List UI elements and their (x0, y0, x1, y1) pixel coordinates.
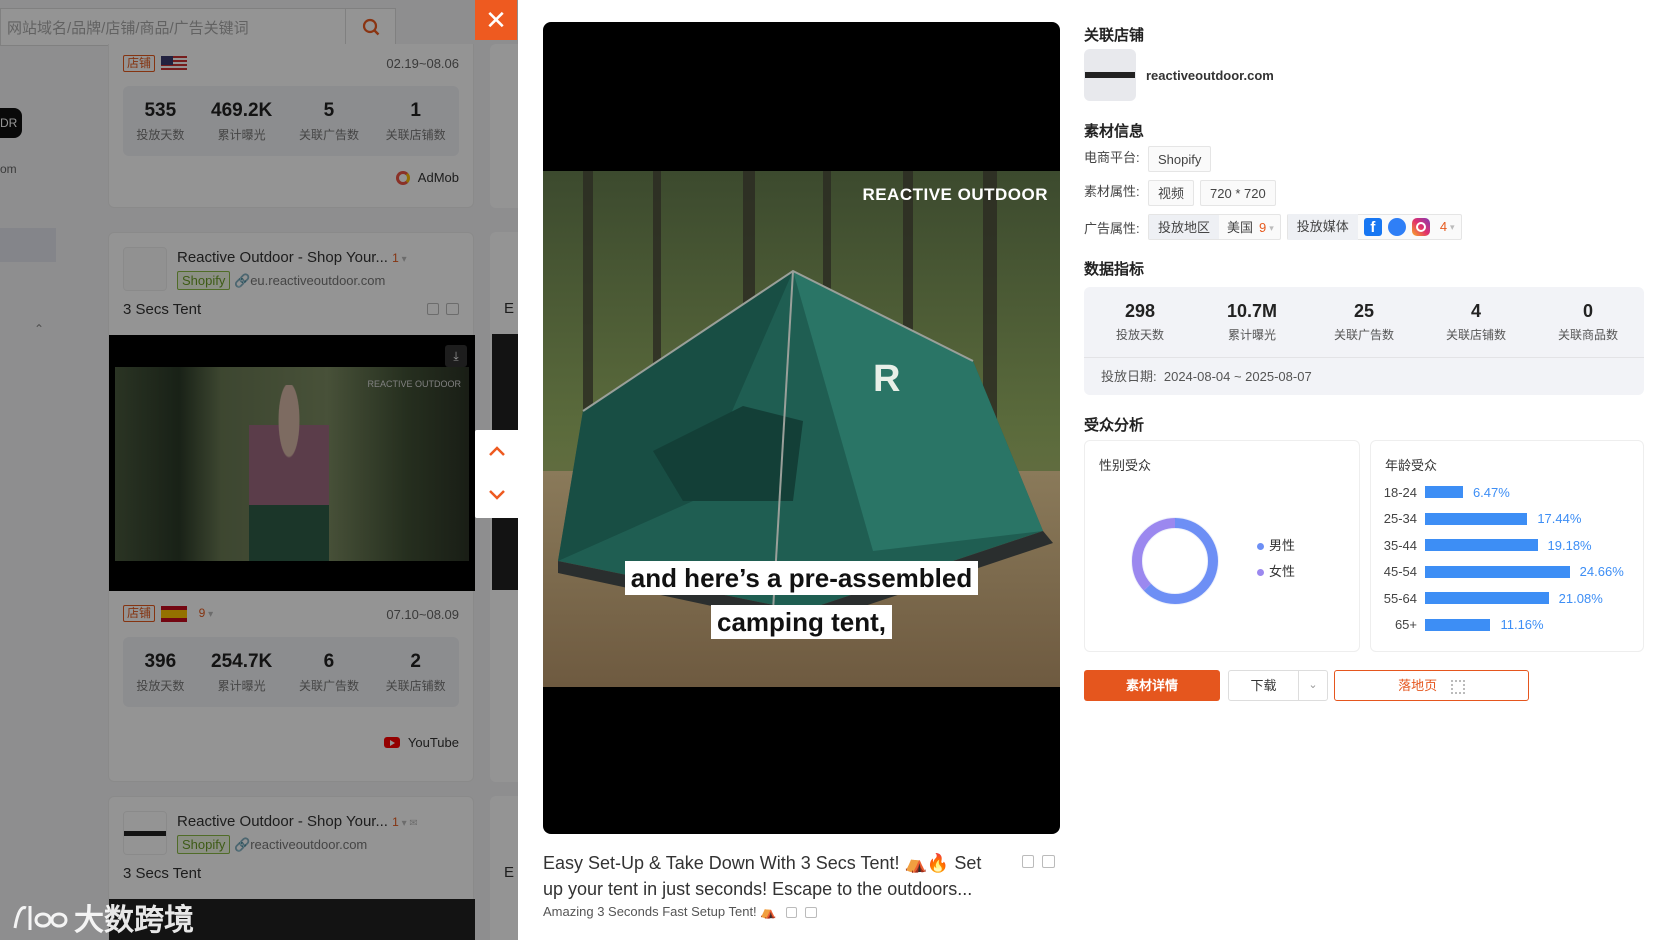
age-label: 45-54 (1383, 564, 1417, 580)
metric-value: 4 (1470, 301, 1481, 321)
male-legend: 男性 (1269, 538, 1296, 553)
platform-chip: Shopify (1148, 146, 1212, 172)
audience-heading: 受众分析 (1084, 417, 1145, 434)
metric-label: 关联商品数 (1557, 328, 1618, 342)
download-button[interactable]: 下载 ⌄ (1228, 670, 1328, 701)
date-label: 投放日期: (1101, 369, 1157, 384)
material-details-button[interactable]: 素材详情 (1084, 670, 1220, 701)
video-frame: R REACTIVE OUTDOOR and here’s a pre-asse… (543, 171, 1060, 687)
gender-donut (1131, 517, 1219, 605)
facebook-icon: f (1363, 218, 1382, 236)
metric-value: 0 (1582, 301, 1593, 321)
male-dot (1257, 543, 1264, 550)
metric-value: 25 (1353, 301, 1375, 321)
metrics-heading: 数据指标 (1084, 261, 1145, 278)
ad-sub-caption: Amazing 3 Seconds Fast Setup Tent! ⛺ (543, 904, 817, 920)
landing-label: 落地页 (1398, 678, 1438, 693)
video-brand-overlay: REACTIVE OUTDOOR (862, 185, 1048, 204)
metric-label: 累计曝光 (1227, 328, 1276, 342)
age-box: 年龄受众 18-24 6.47% 25-34 17.44% 35-44 19.18% 45-… (1370, 440, 1644, 652)
metric-value: 10.7M (1226, 301, 1278, 321)
ad-detail-panel: R REACTIVE OUTDOOR and here’s a pre-asse… (518, 0, 1669, 940)
media-label: 投放媒体 (1287, 214, 1358, 240)
age-percent: 19.18% (1547, 537, 1592, 553)
age-bar (1425, 618, 1491, 631)
watermark-text: 大数跨境 (74, 904, 194, 937)
age-label: 55-64 (1383, 590, 1417, 606)
age-label: 65+ (1394, 617, 1417, 633)
metric-label: 关联店铺数 (1445, 328, 1506, 342)
age-percent: 6.47% (1472, 484, 1510, 500)
video-player[interactable]: R REACTIVE OUTDOOR and here’s a pre-asse… (543, 22, 1060, 834)
age-percent: 17.44% (1537, 511, 1582, 527)
metric-value: 298 (1124, 301, 1156, 321)
messenger-icon (1387, 218, 1406, 236)
download-label[interactable]: 下载 (1229, 671, 1299, 700)
age-bar (1425, 512, 1528, 525)
material-heading: 素材信息 (1084, 123, 1145, 140)
copy-icon[interactable] (1022, 855, 1034, 868)
shop-avatar[interactable] (1084, 49, 1136, 101)
run-dates: 投放日期: 2024-08-04 ~ 2025-08-07 (1084, 357, 1644, 395)
close-icon: ✕ (485, 5, 507, 35)
gender-box: 性别受众 男性 女性 (1084, 440, 1360, 652)
close-button[interactable]: ✕ (475, 0, 517, 40)
female-dot (1257, 569, 1264, 576)
chevron-down-icon[interactable] (488, 489, 506, 504)
metrics-box: 298 投放天数 10.7M 累计曝光 25 关联广告数 4 关联店铺数 0 关联商品数 … (1084, 287, 1644, 395)
region-value: 美国 (1227, 220, 1254, 235)
age-label: 18-24 (1383, 484, 1417, 500)
age-percent: 11.16% (1500, 617, 1544, 633)
age-title: 年龄受众 (1385, 458, 1438, 473)
media-chip[interactable]: 投放媒体 f 4 ▾ (1286, 214, 1462, 240)
watermark: 大数跨境 (12, 895, 194, 939)
modal-overlay[interactable] (0, 0, 518, 940)
age-row: 35-44 19.18% (1371, 532, 1645, 559)
shop-heading: 关联店铺 (1084, 27, 1145, 44)
video-subtitle: and here’s a pre-assembled (624, 561, 979, 595)
attr-label: 素材属性: (1084, 184, 1140, 200)
age-row: 18-24 6.47% (1371, 479, 1645, 506)
age-percent: 21.08% (1558, 590, 1603, 606)
ad-attr-label: 广告属性: (1084, 220, 1140, 236)
age-bar (1425, 592, 1549, 605)
ad-caption: Easy Set-Up & Take Down With 3 Secs Tent… (543, 853, 982, 899)
image-icon[interactable] (1042, 855, 1055, 868)
age-row: 25-34 17.44% (1371, 506, 1645, 533)
region-chip[interactable]: 投放地区 美国 9 ▾ (1148, 214, 1281, 240)
svg-text:R: R (873, 358, 900, 400)
media-more: 4 (1439, 219, 1448, 234)
female-legend: 女性 (1269, 564, 1296, 579)
date-range: 2024-08-04 ~ 2025-08-07 (1163, 369, 1312, 384)
age-label: 35-44 (1383, 537, 1417, 553)
copy-icon[interactable] (786, 907, 798, 919)
age-row: 65+ 11.16% (1371, 612, 1645, 639)
metric-label: 关联广告数 (1333, 328, 1394, 342)
gender-title: 性别受众 (1099, 458, 1152, 473)
image-icon[interactable] (804, 907, 817, 919)
age-row: 55-64 21.08% (1371, 585, 1645, 612)
age-label: 25-34 (1383, 511, 1417, 527)
prev-next-nav (475, 430, 519, 518)
region-label: 投放地区 (1149, 215, 1220, 239)
age-bar (1425, 486, 1463, 499)
chevron-down-icon[interactable]: ⌄ (1299, 671, 1327, 700)
platform-label: 电商平台: (1084, 150, 1140, 166)
chevron-up-icon[interactable] (488, 445, 506, 460)
age-percent: 24.66% (1579, 564, 1624, 580)
region-more: 9 (1259, 220, 1267, 235)
watermark-logo-icon (13, 906, 68, 930)
age-bar (1425, 565, 1570, 578)
instagram-icon (1411, 218, 1430, 236)
media-type-chip: 视频 (1148, 180, 1195, 206)
landing-page-button[interactable]: 落地页 (1334, 670, 1529, 701)
age-row: 45-54 24.66% (1371, 559, 1645, 586)
shop-domain-link[interactable]: reactiveoutdoor.com (1146, 68, 1274, 83)
size-chip: 720 * 720 (1200, 180, 1276, 206)
age-bar (1425, 539, 1538, 552)
video-subtitle: camping tent, (710, 605, 892, 639)
metric-label: 投放天数 (1115, 328, 1164, 342)
qr-icon (1450, 679, 1465, 694)
